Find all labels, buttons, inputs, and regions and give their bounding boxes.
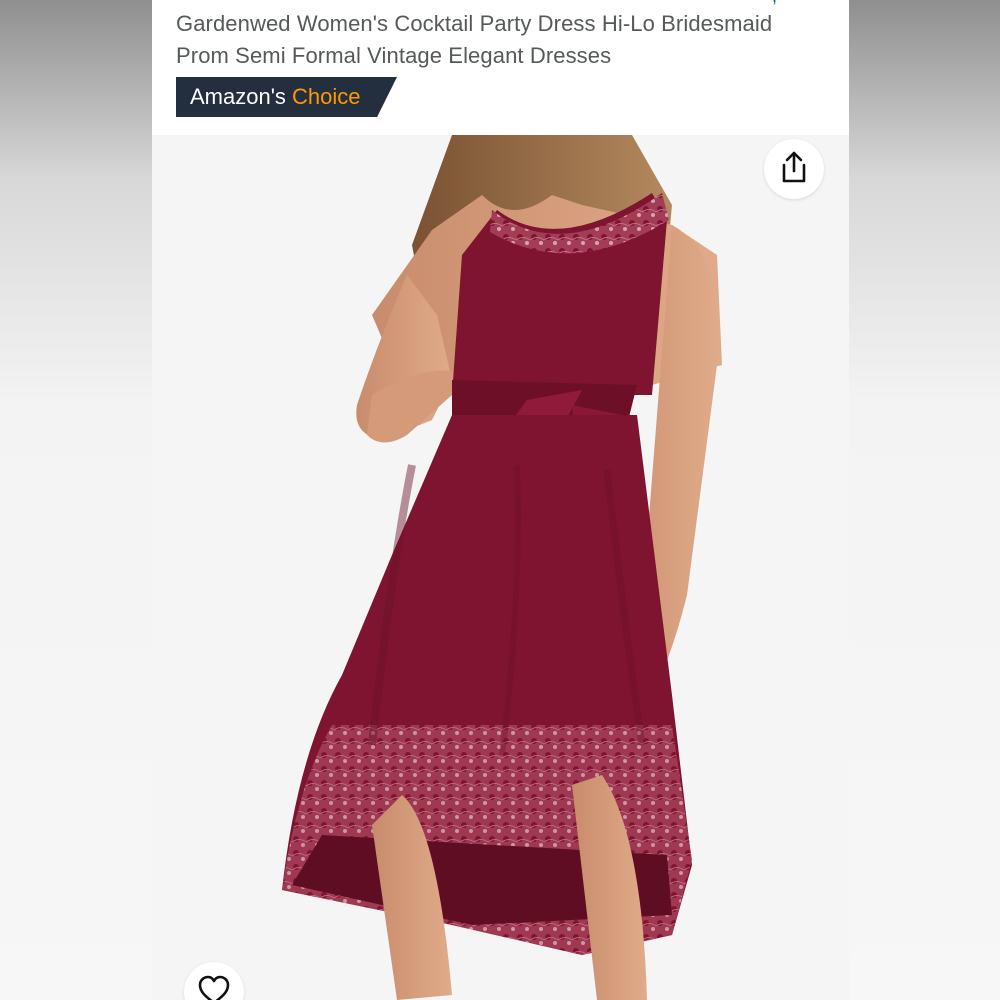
badge-prefix: Amazon's — [190, 84, 286, 109]
badge-label: Amazon's Choice — [190, 83, 361, 111]
background-blur-right — [848, 0, 1000, 1000]
background-blur-left — [0, 0, 152, 1000]
dress-photo — [282, 135, 722, 1000]
product-header: , Gardenwed Women's Cocktail Party Dress… — [152, 0, 849, 135]
product-image[interactable] — [152, 135, 849, 1000]
badge-highlight: Choice — [292, 84, 361, 109]
share-icon — [782, 151, 806, 183]
heart-icon — [198, 975, 230, 1000]
partial-link-mark: , — [772, 0, 777, 7]
product-title: Gardenwed Women's Cocktail Party Dress H… — [176, 11, 773, 68]
share-button[interactable] — [764, 139, 824, 199]
product-page: , Gardenwed Women's Cocktail Party Dress… — [152, 0, 849, 1000]
amazons-choice-badge: Amazon's Choice — [176, 77, 397, 117]
